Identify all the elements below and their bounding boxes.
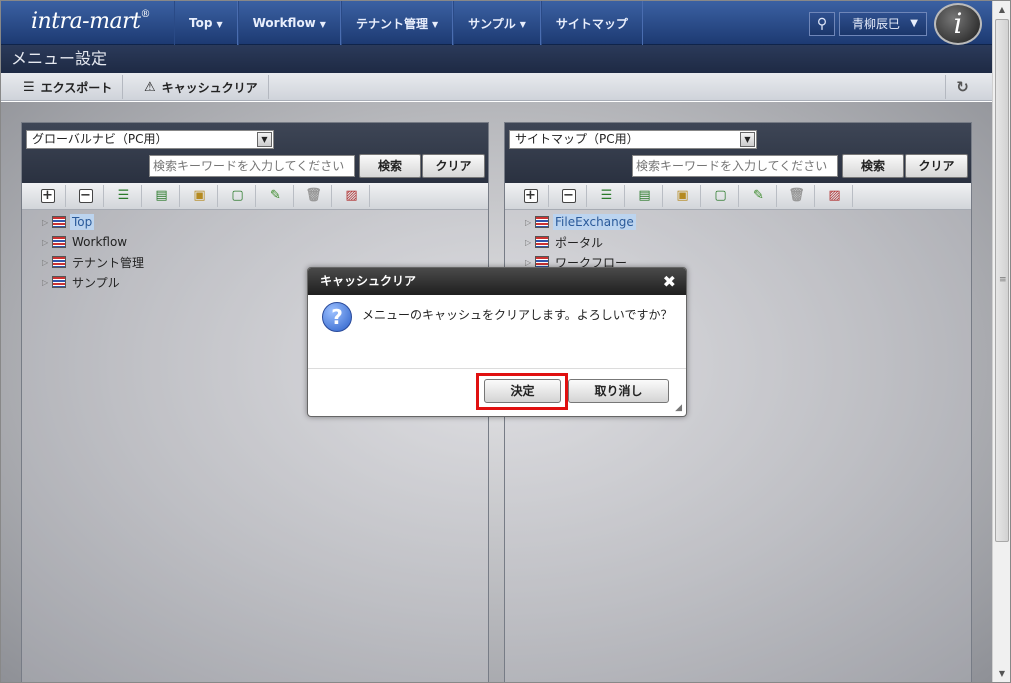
panel-header: サイトマップ（PC用）▼ 検索 クリア <box>505 123 971 183</box>
add-folder-icon[interactable]: ▣ <box>665 185 701 207</box>
tree-toolbar: + − ☰ ▤ ▣ ▢ ✎ 🗑 ▨ <box>505 183 971 210</box>
add-item-icon[interactable]: ▤ <box>144 185 180 207</box>
im-logo-badge-icon[interactable]: i <box>934 3 982 45</box>
tree-node[interactable]: ▷ Workflow <box>42 232 146 252</box>
nav-item-sample[interactable]: サンプル ▼ <box>453 1 541 45</box>
dialog-title: キャッシュクリア <box>320 274 417 288</box>
add-page-icon[interactable]: ▢ <box>703 185 739 207</box>
edit-pencil-icon[interactable]: ✎ <box>258 185 294 207</box>
expand-arrow-icon[interactable]: ▷ <box>42 278 52 287</box>
dialog-divider <box>308 368 686 369</box>
export-icon: ☰ <box>23 79 35 95</box>
resize-grip-icon[interactable]: ◢ <box>675 403 682 413</box>
menu-icon <box>52 276 66 288</box>
menu-icon <box>535 216 549 228</box>
nav-item-workflow[interactable]: Workflow ▼ <box>237 1 341 45</box>
search-icon: ⚲ <box>816 16 828 32</box>
refresh-icon[interactable]: ↻ <box>945 75 979 99</box>
global-search-button[interactable]: ⚲ <box>809 12 835 36</box>
page-title: メニュー設定 <box>1 45 992 73</box>
export-button[interactable]: ☰ エクスポート <box>13 75 124 99</box>
search-button[interactable]: 検索 <box>842 154 904 178</box>
expand-arrow-icon[interactable]: ▷ <box>525 238 535 247</box>
tree-node[interactable]: ▷ テナント管理 <box>42 252 146 272</box>
nav-item-sitemap[interactable]: サイトマップ <box>540 1 643 45</box>
chevron-down-icon: ▼ <box>910 18 918 29</box>
question-icon: ? <box>322 302 352 332</box>
page-toolbar: ☰ エクスポート ⚠ キャッシュクリア ↻ <box>1 73 992 101</box>
keyword-search-input[interactable] <box>149 155 355 177</box>
menu-tree: ▷ FileExchange ▷ ポータル ▷ ワークフロー <box>525 212 636 272</box>
scrollbar-thumb[interactable]: ≡ <box>995 19 1009 542</box>
scroll-down-icon[interactable]: ▼ <box>993 665 1010 682</box>
nav-item-tenant-admin[interactable]: テナント管理 ▼ <box>340 1 454 45</box>
dropdown-arrow-icon: ▼ <box>740 132 755 147</box>
grip-icon: ≡ <box>999 275 1007 285</box>
chevron-down-icon: ▼ <box>319 19 326 29</box>
expand-arrow-icon[interactable]: ▷ <box>525 258 535 267</box>
menu-icon <box>535 236 549 248</box>
clear-button[interactable]: クリア <box>905 154 968 178</box>
tree-toolbar: + − ☰ ▤ ▣ ▢ ✎ 🗑 ▨ <box>22 183 488 210</box>
vertical-scrollbar[interactable]: ▲ ≡ ▼ <box>992 1 1010 682</box>
menu-icon <box>52 256 66 268</box>
user-menu-button[interactable]: 青柳辰巳 ▼ <box>839 12 927 36</box>
add-menu-icon[interactable]: ☰ <box>589 185 625 207</box>
panel-header: グローバルナビ（PC用）▼ 検索 クリア <box>22 123 488 183</box>
add-page-icon[interactable]: ▢ <box>220 185 256 207</box>
expand-all-icon[interactable]: + <box>513 185 549 207</box>
nav-item-top[interactable]: Top ▼ <box>174 1 238 45</box>
collapse-all-icon[interactable]: − <box>551 185 587 207</box>
chevron-down-icon: ▼ <box>431 19 439 29</box>
expand-arrow-icon[interactable]: ▷ <box>42 218 52 227</box>
tree-node[interactable]: ▷ FileExchange <box>525 212 636 232</box>
menu-tree: ▷ Top ▷ Workflow ▷ テナント管理 ▷ サンプル <box>42 212 146 292</box>
trash-icon[interactable]: 🗑 <box>296 185 332 207</box>
tree-node[interactable]: ▷ ポータル <box>525 232 636 252</box>
top-nav: intra-mart® Top ▼ Workflow ▼ テナント管理 ▼ サンプル ▼… <box>1 1 992 45</box>
menu-group-select[interactable]: グローバルナビ（PC用） ▼ <box>26 130 274 149</box>
search-button[interactable]: 検索 <box>359 154 421 178</box>
tree-node[interactable]: ▷ Top <box>42 212 146 232</box>
intra-mart-logo[interactable]: intra-mart® <box>31 9 150 34</box>
add-folder-icon[interactable]: ▣ <box>182 185 218 207</box>
edit-pencil-icon[interactable]: ✎ <box>741 185 777 207</box>
add-menu-icon[interactable]: ☰ <box>106 185 142 207</box>
dropdown-arrow-icon: ▼ <box>257 132 272 147</box>
dialog-title-bar[interactable]: キャッシュクリア ✖ <box>308 268 686 295</box>
close-icon[interactable]: ✖ <box>663 268 676 295</box>
nav-menu: Top ▼ Workflow ▼ テナント管理 ▼ サンプル ▼ サイトマップ <box>174 1 643 45</box>
scroll-up-icon[interactable]: ▲ <box>993 1 1010 18</box>
menu-group-select[interactable]: サイトマップ（PC用） ▼ <box>509 130 757 149</box>
delete-item-icon[interactable]: ▨ <box>817 185 853 207</box>
trash-icon[interactable]: 🗑 <box>779 185 815 207</box>
keyword-search-input[interactable] <box>632 155 838 177</box>
clear-button[interactable]: クリア <box>422 154 485 178</box>
add-item-icon[interactable]: ▤ <box>627 185 663 207</box>
cache-clear-button[interactable]: ⚠ キャッシュクリア <box>134 75 269 99</box>
tree-node[interactable]: ▷ サンプル <box>42 272 146 292</box>
menu-icon <box>52 236 66 248</box>
expand-arrow-icon[interactable]: ▷ <box>42 258 52 267</box>
expand-arrow-icon[interactable]: ▷ <box>42 238 52 247</box>
chevron-down-icon: ▼ <box>216 19 223 29</box>
cache-clear-dialog: キャッシュクリア ✖ ? メニューのキャッシュをクリアします。よろしいですか？ … <box>307 267 687 417</box>
menu-icon <box>52 216 66 228</box>
cancel-button[interactable]: 取り消し <box>568 379 669 403</box>
browser-frame: intra-mart® Top ▼ Workflow ▼ テナント管理 ▼ サンプル ▼… <box>0 0 1011 683</box>
dialog-message: メニューのキャッシュをクリアします。よろしいですか？ <box>362 308 673 322</box>
chevron-down-icon: ▼ <box>519 19 526 29</box>
expand-all-icon[interactable]: + <box>30 185 66 207</box>
delete-item-icon[interactable]: ▨ <box>334 185 370 207</box>
ok-button[interactable]: 決定 <box>484 379 561 403</box>
warning-icon: ⚠ <box>144 79 156 95</box>
collapse-all-icon[interactable]: − <box>68 185 104 207</box>
expand-arrow-icon[interactable]: ▷ <box>525 218 535 227</box>
